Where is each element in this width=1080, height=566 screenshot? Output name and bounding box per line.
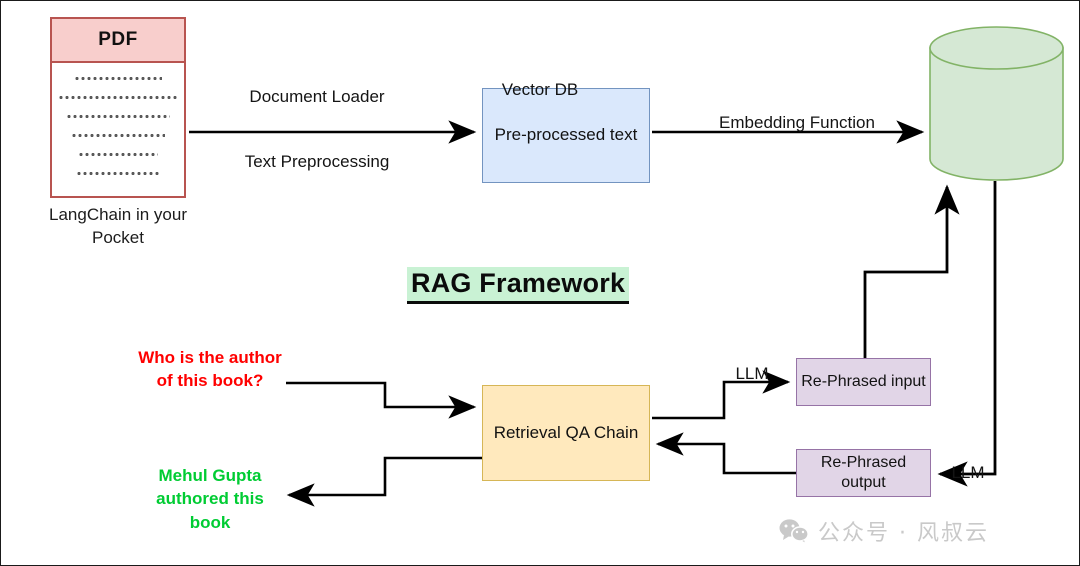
vector-db-cylinder-shape bbox=[929, 26, 1064, 181]
edge-rephrased-output-to-qa-chain bbox=[655, 432, 796, 475]
retrieval-qa-chain-node: Retrieval QA Chain bbox=[482, 385, 650, 481]
edge-qa-chain-to-rephrased-input bbox=[652, 370, 791, 420]
label-text-preprocessing: Text Preprocessing bbox=[244, 152, 390, 171]
wechat-icon bbox=[779, 519, 809, 544]
pdf-text-line bbox=[76, 172, 160, 175]
pdf-document-node: PDF bbox=[50, 17, 186, 198]
label-llm-rephrase-input: LLM bbox=[735, 364, 769, 383]
edge-qa-chain-to-answer bbox=[286, 456, 482, 507]
label-embedding-function: Embedding Function bbox=[719, 113, 875, 132]
label-document-loader: Document Loader bbox=[249, 87, 385, 106]
diagram-canvas: PDF LangChain in your Pocket Pre-process… bbox=[0, 0, 1080, 566]
diagram-title: RAG Framework bbox=[407, 267, 630, 304]
vector-db-label: Vector DB bbox=[501, 80, 579, 99]
pdf-header-label: PDF bbox=[52, 19, 184, 63]
edge-vectordb-to-rephrased-output bbox=[937, 181, 997, 487]
edge-rephrased-input-to-vectordb bbox=[863, 184, 960, 358]
user-question-annotation: Who is the author of this book? bbox=[138, 348, 282, 391]
rephrased-output-node: Re-Phrased output bbox=[796, 449, 931, 497]
pdf-text-line bbox=[71, 134, 165, 137]
rephrased-input-node: Re-Phrased input bbox=[796, 358, 931, 406]
final-answer-annotation: Mehul Gupta authored this book bbox=[156, 466, 264, 532]
pdf-text-line bbox=[78, 153, 158, 156]
pdf-caption: LangChain in your Pocket bbox=[49, 205, 187, 247]
preprocessed-text-node: Pre-processed text bbox=[482, 88, 650, 183]
label-llm-rephrase-output: LLM bbox=[951, 463, 985, 482]
watermark: 公众号 · 风叔云 bbox=[779, 515, 989, 547]
edge-question-to-qa-chain bbox=[286, 381, 477, 419]
watermark-text: 公众号 · 风叔云 bbox=[818, 521, 989, 546]
pdf-text-line bbox=[66, 115, 170, 118]
